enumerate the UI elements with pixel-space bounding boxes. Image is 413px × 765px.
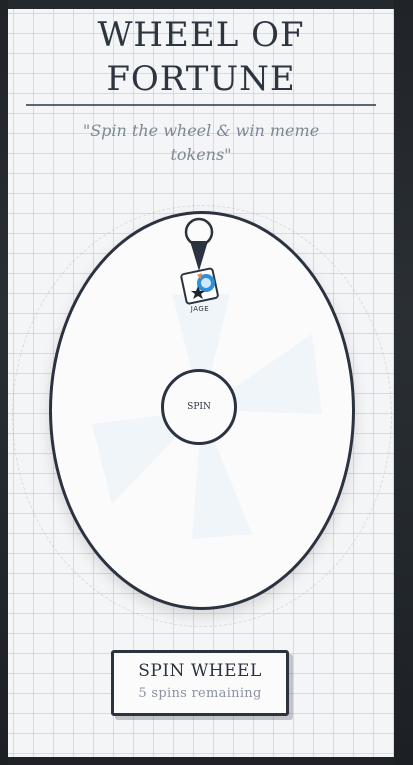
token-label: JAGE bbox=[190, 305, 210, 313]
title-line-1: WHEEL OF bbox=[97, 15, 305, 55]
wheel-card: WHEEL OF FORTUNE "Spin the wheel & win m… bbox=[8, 9, 394, 757]
spin-wheel-button[interactable]: SPIN WHEEL 5 spins remaining bbox=[111, 650, 289, 716]
title-line-2: FORTUNE bbox=[106, 59, 296, 99]
spin-wheel-label: SPIN WHEEL bbox=[138, 661, 262, 681]
page-title: WHEEL OF FORTUNE bbox=[8, 13, 394, 101]
subtitle: "Spin the wheel & win meme tokens" bbox=[82, 121, 320, 164]
spins-remaining: 5 spins remaining bbox=[138, 686, 262, 701]
top-strip bbox=[0, 0, 413, 9]
background-left bbox=[0, 0, 8, 765]
background-right bbox=[394, 0, 413, 765]
title-divider bbox=[26, 104, 376, 106]
spin-hub-button[interactable]: SPIN bbox=[161, 369, 237, 445]
